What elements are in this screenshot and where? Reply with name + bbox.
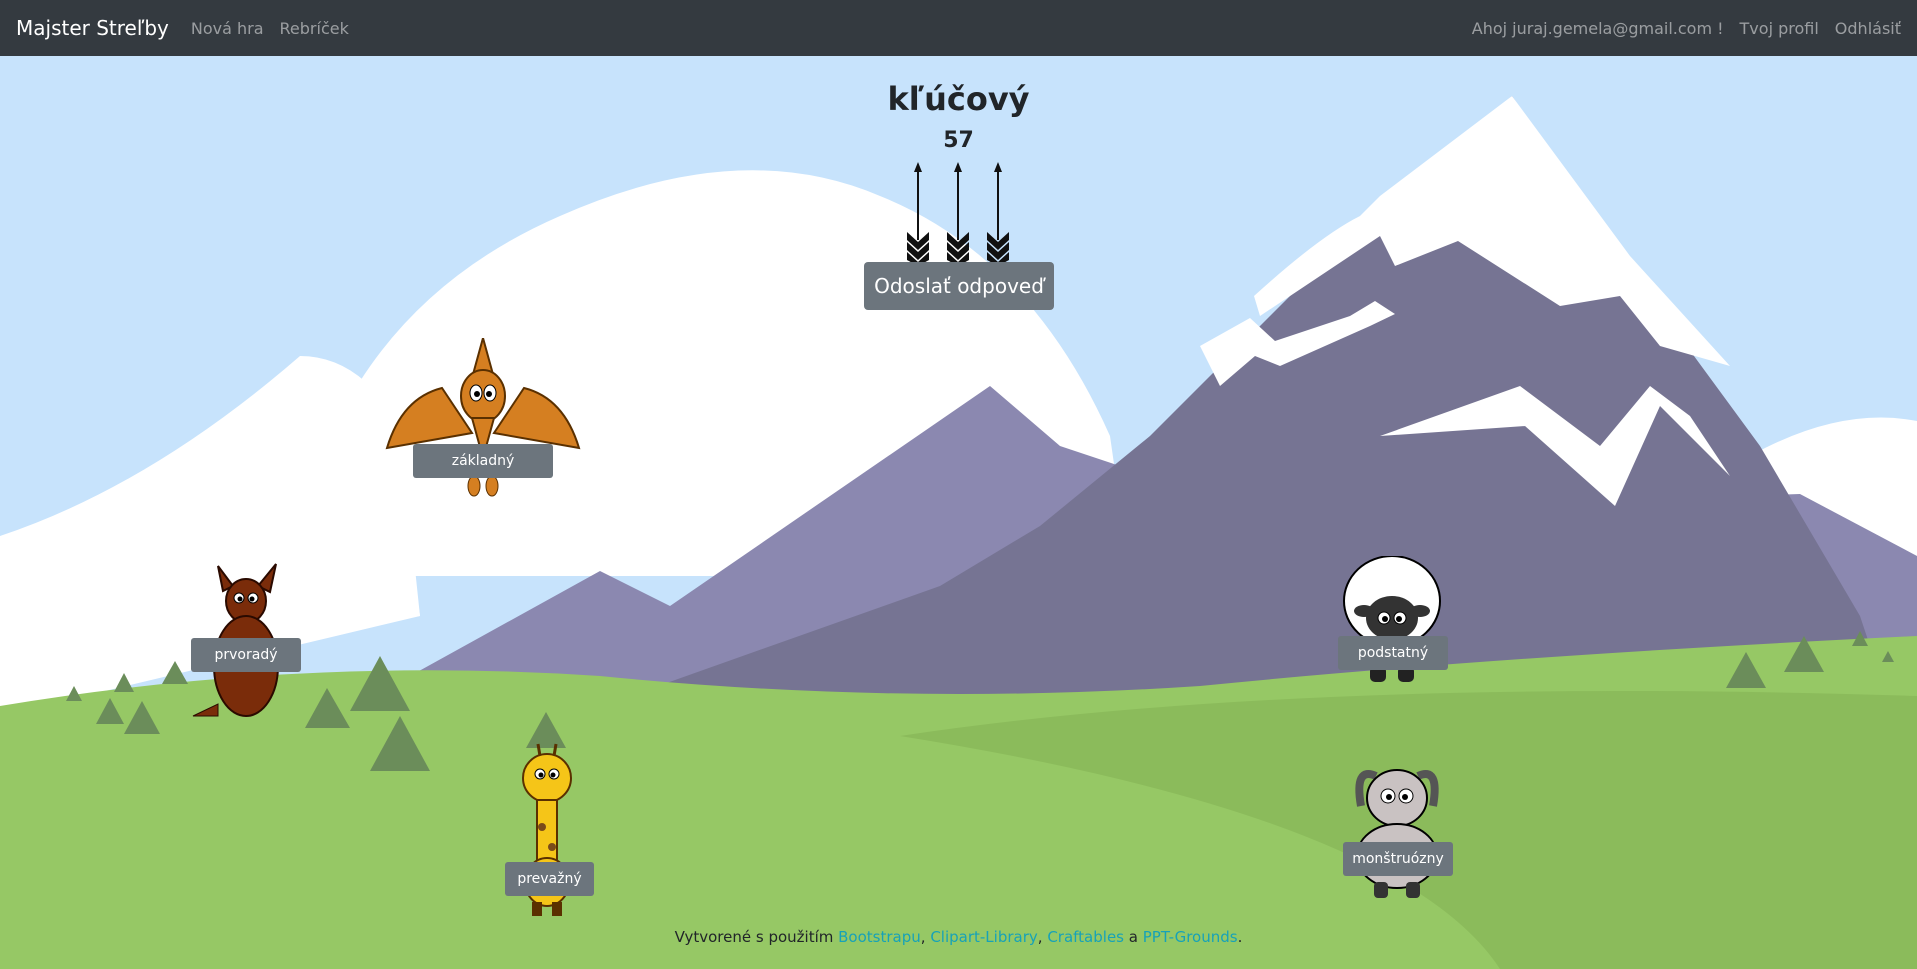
pterodactyl-icon[interactable] [382, 338, 584, 504]
target-label-button[interactable]: základný [413, 444, 553, 478]
nav-right: Ahoj juraj.gemela@gmail.com ! Tvoj profi… [1456, 19, 1901, 38]
arrow-icon [987, 162, 1009, 266]
navbar: Majster Streľby Nová hra Rebríček Ahoj j… [0, 0, 1917, 56]
target-word: kľúčový [887, 80, 1030, 118]
target-label-button[interactable]: monštruózny [1343, 842, 1453, 876]
footer-prefix: Vytvorené s použitím [674, 928, 834, 946]
footer-end: . [1237, 928, 1243, 946]
submit-answer-button[interactable]: Odoslať odpoveď [864, 262, 1054, 310]
target-label-button[interactable]: prvoradý [191, 638, 301, 672]
kangaroo-icon[interactable] [188, 556, 288, 718]
nav-greeting[interactable]: Ahoj juraj.gemela@gmail.com ! [1472, 19, 1724, 38]
nav-logout[interactable]: Odhlásiť [1835, 19, 1901, 38]
footer-link-clipart[interactable]: Clipart-Library [930, 928, 1037, 946]
score-counter: 57 [943, 128, 974, 153]
arrow-icon [907, 162, 929, 266]
nav-leaderboard[interactable]: Rebríček [280, 19, 349, 38]
footer-link-craftables[interactable]: Craftables [1047, 928, 1124, 946]
footer-conjunction: a [1128, 928, 1138, 946]
footer: Vytvorené s použitím Bootstrapu, Clipart… [0, 928, 1917, 946]
goat-icon[interactable] [1346, 746, 1448, 902]
game-scene: kľúčový 57 Odoslať odpoveď základný prvo… [0, 56, 1917, 969]
footer-link-bootstrap[interactable]: Bootstrapu [838, 928, 921, 946]
footer-link-pptgrounds[interactable]: PPT-Grounds [1143, 928, 1238, 946]
footer-separator: , [920, 928, 926, 946]
nav-profile[interactable]: Tvoj profil [1740, 19, 1819, 38]
nav-new-game[interactable]: Nová hra [191, 19, 264, 38]
arrows-remaining [905, 162, 1011, 266]
target-label-button[interactable]: podstatný [1338, 636, 1448, 670]
arrow-icon [947, 162, 969, 266]
brand-link[interactable]: Majster Streľby [16, 16, 169, 40]
footer-separator: , [1037, 928, 1043, 946]
target-label-button[interactable]: prevažný [505, 862, 594, 896]
